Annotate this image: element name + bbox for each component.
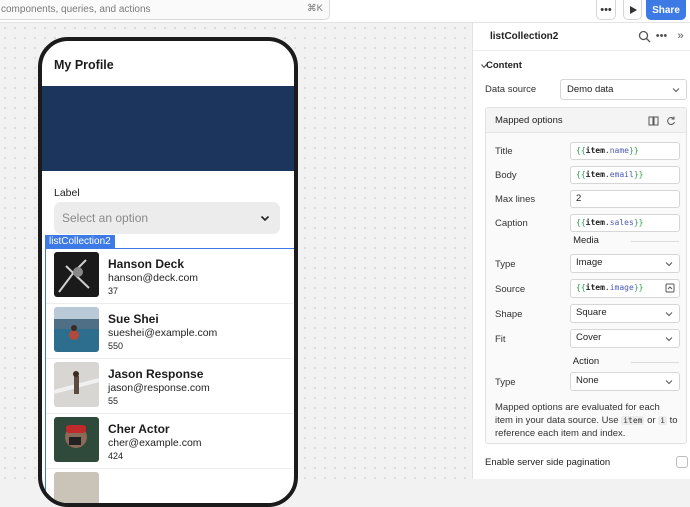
item-caption: 424: [108, 451, 124, 461]
action-type-label: Type: [495, 377, 516, 388]
more-icon: •••: [600, 3, 612, 16]
list-item[interactable]: Jason Response jason@response.com 55: [46, 359, 293, 414]
play-icon: [629, 5, 637, 14]
inspector-panel: listCollection2 ••• » Content Data sourc…: [472, 23, 690, 479]
phone-preview: My Profile Label Select an option listCo…: [38, 37, 298, 507]
refresh-icon[interactable]: [666, 116, 676, 126]
action-subsection-title: Action: [541, 356, 631, 367]
chevron-down-icon: [260, 215, 270, 222]
chevron-down-icon: [665, 312, 673, 317]
action-type-select[interactable]: None: [570, 372, 680, 391]
item-thumbnail: [54, 252, 99, 297]
item-body: sueshei@example.com: [108, 327, 218, 339]
item-body: cher@example.com: [108, 437, 202, 449]
max-lines-input[interactable]: 2: [570, 190, 680, 208]
more-icon[interactable]: •••: [655, 30, 668, 43]
shortcut-hint: ⌘K: [307, 3, 323, 14]
search-input[interactable]: components, queries, and actions ⌘K: [0, 0, 330, 20]
select-label: Label: [54, 187, 80, 199]
media-type-select[interactable]: Image: [570, 254, 680, 273]
data-source-value: Demo data: [567, 84, 614, 95]
inspector-title: listCollection2: [490, 31, 559, 42]
editor-canvas: My Profile Label Select an option listCo…: [0, 23, 472, 507]
item-caption: 550: [108, 341, 124, 351]
list-item[interactable]: Hanson Deck hanson@deck.com 37: [46, 249, 293, 304]
server-pagination-label: Enable server side pagination: [485, 457, 611, 468]
media-fit-select[interactable]: Cover: [570, 329, 680, 348]
mapped-options-header: Mapped options: [486, 108, 686, 133]
item-title: Jason Response: [108, 367, 204, 381]
data-source-select[interactable]: Demo data: [560, 79, 687, 100]
component-tag[interactable]: listCollection2: [45, 235, 115, 248]
book-icon[interactable]: [648, 116, 659, 126]
chevron-down-icon: [672, 88, 680, 93]
mapped-options-title: Mapped options: [495, 115, 563, 126]
caption-option-label: Caption: [495, 218, 528, 229]
body-option-input[interactable]: {{item.email}}: [570, 166, 680, 184]
list-item[interactable]: Sue Shei sueshei@example.com 550: [46, 304, 293, 359]
item-thumbnail: [54, 472, 99, 503]
body-option-label: Body: [495, 170, 517, 181]
data-source-label: Data source: [485, 84, 537, 95]
max-lines-label: Max lines: [495, 194, 536, 205]
option-select[interactable]: Select an option: [54, 202, 280, 234]
media-source-input[interactable]: {{item.image}}: [570, 279, 680, 298]
search-icon[interactable]: [638, 30, 651, 43]
share-button[interactable]: Share: [646, 0, 686, 20]
item-title: Sue Shei: [108, 312, 159, 326]
chevron-down-icon: [665, 262, 673, 267]
item-thumbnail: [54, 362, 99, 407]
image-picker-icon[interactable]: [665, 283, 675, 293]
item-caption: 55: [108, 396, 119, 406]
run-button[interactable]: [623, 0, 642, 20]
item-thumbnail: [54, 417, 99, 462]
chevron-down-icon: [665, 380, 673, 385]
list-item[interactable]: Cher Actor cher@example.com 424: [46, 414, 293, 469]
mapped-options-help-text: Mapped options are evaluated for each it…: [495, 402, 678, 439]
media-subsection-title: Media: [541, 235, 631, 246]
search-text: components, queries, and actions: [1, 4, 151, 15]
collapse-panel-icon[interactable]: »: [674, 30, 687, 43]
media-shape-label: Shape: [495, 309, 523, 320]
server-pagination-checkbox[interactable]: [676, 456, 688, 468]
chevron-down-icon: [665, 337, 673, 342]
item-caption: 37: [108, 286, 119, 296]
list-item[interactable]: [46, 469, 293, 503]
top-bar: components, queries, and actions ⌘K ••• …: [0, 0, 690, 23]
item-thumbnail: [54, 307, 99, 352]
item-title: Cher Actor: [108, 422, 170, 436]
caption-option-input[interactable]: {{item.sales}}: [570, 214, 680, 232]
item-body: jason@response.com: [108, 382, 210, 394]
title-option-label: Title: [495, 146, 513, 157]
banner-image: [42, 86, 294, 171]
media-fit-label: Fit: [495, 334, 506, 345]
item-body: hanson@deck.com: [108, 272, 199, 284]
inspector-header: listCollection2 ••• »: [473, 23, 690, 51]
media-source-label: Source: [495, 284, 526, 295]
select-placeholder: Select an option: [62, 211, 149, 225]
more-button[interactable]: •••: [596, 0, 616, 20]
title-option-input[interactable]: {{item.name}}: [570, 142, 680, 160]
mapped-options-card: Mapped options Title {{item.name}} Body …: [485, 107, 687, 444]
list-collection[interactable]: Hanson Deck hanson@deck.com 37 Sue Shei …: [45, 248, 294, 503]
item-title: Hanson Deck: [108, 257, 185, 271]
media-type-label: Type: [495, 259, 516, 270]
page-title: My Profile: [54, 58, 114, 72]
media-shape-select[interactable]: Square: [570, 304, 680, 323]
content-section-title[interactable]: Content: [486, 60, 522, 71]
